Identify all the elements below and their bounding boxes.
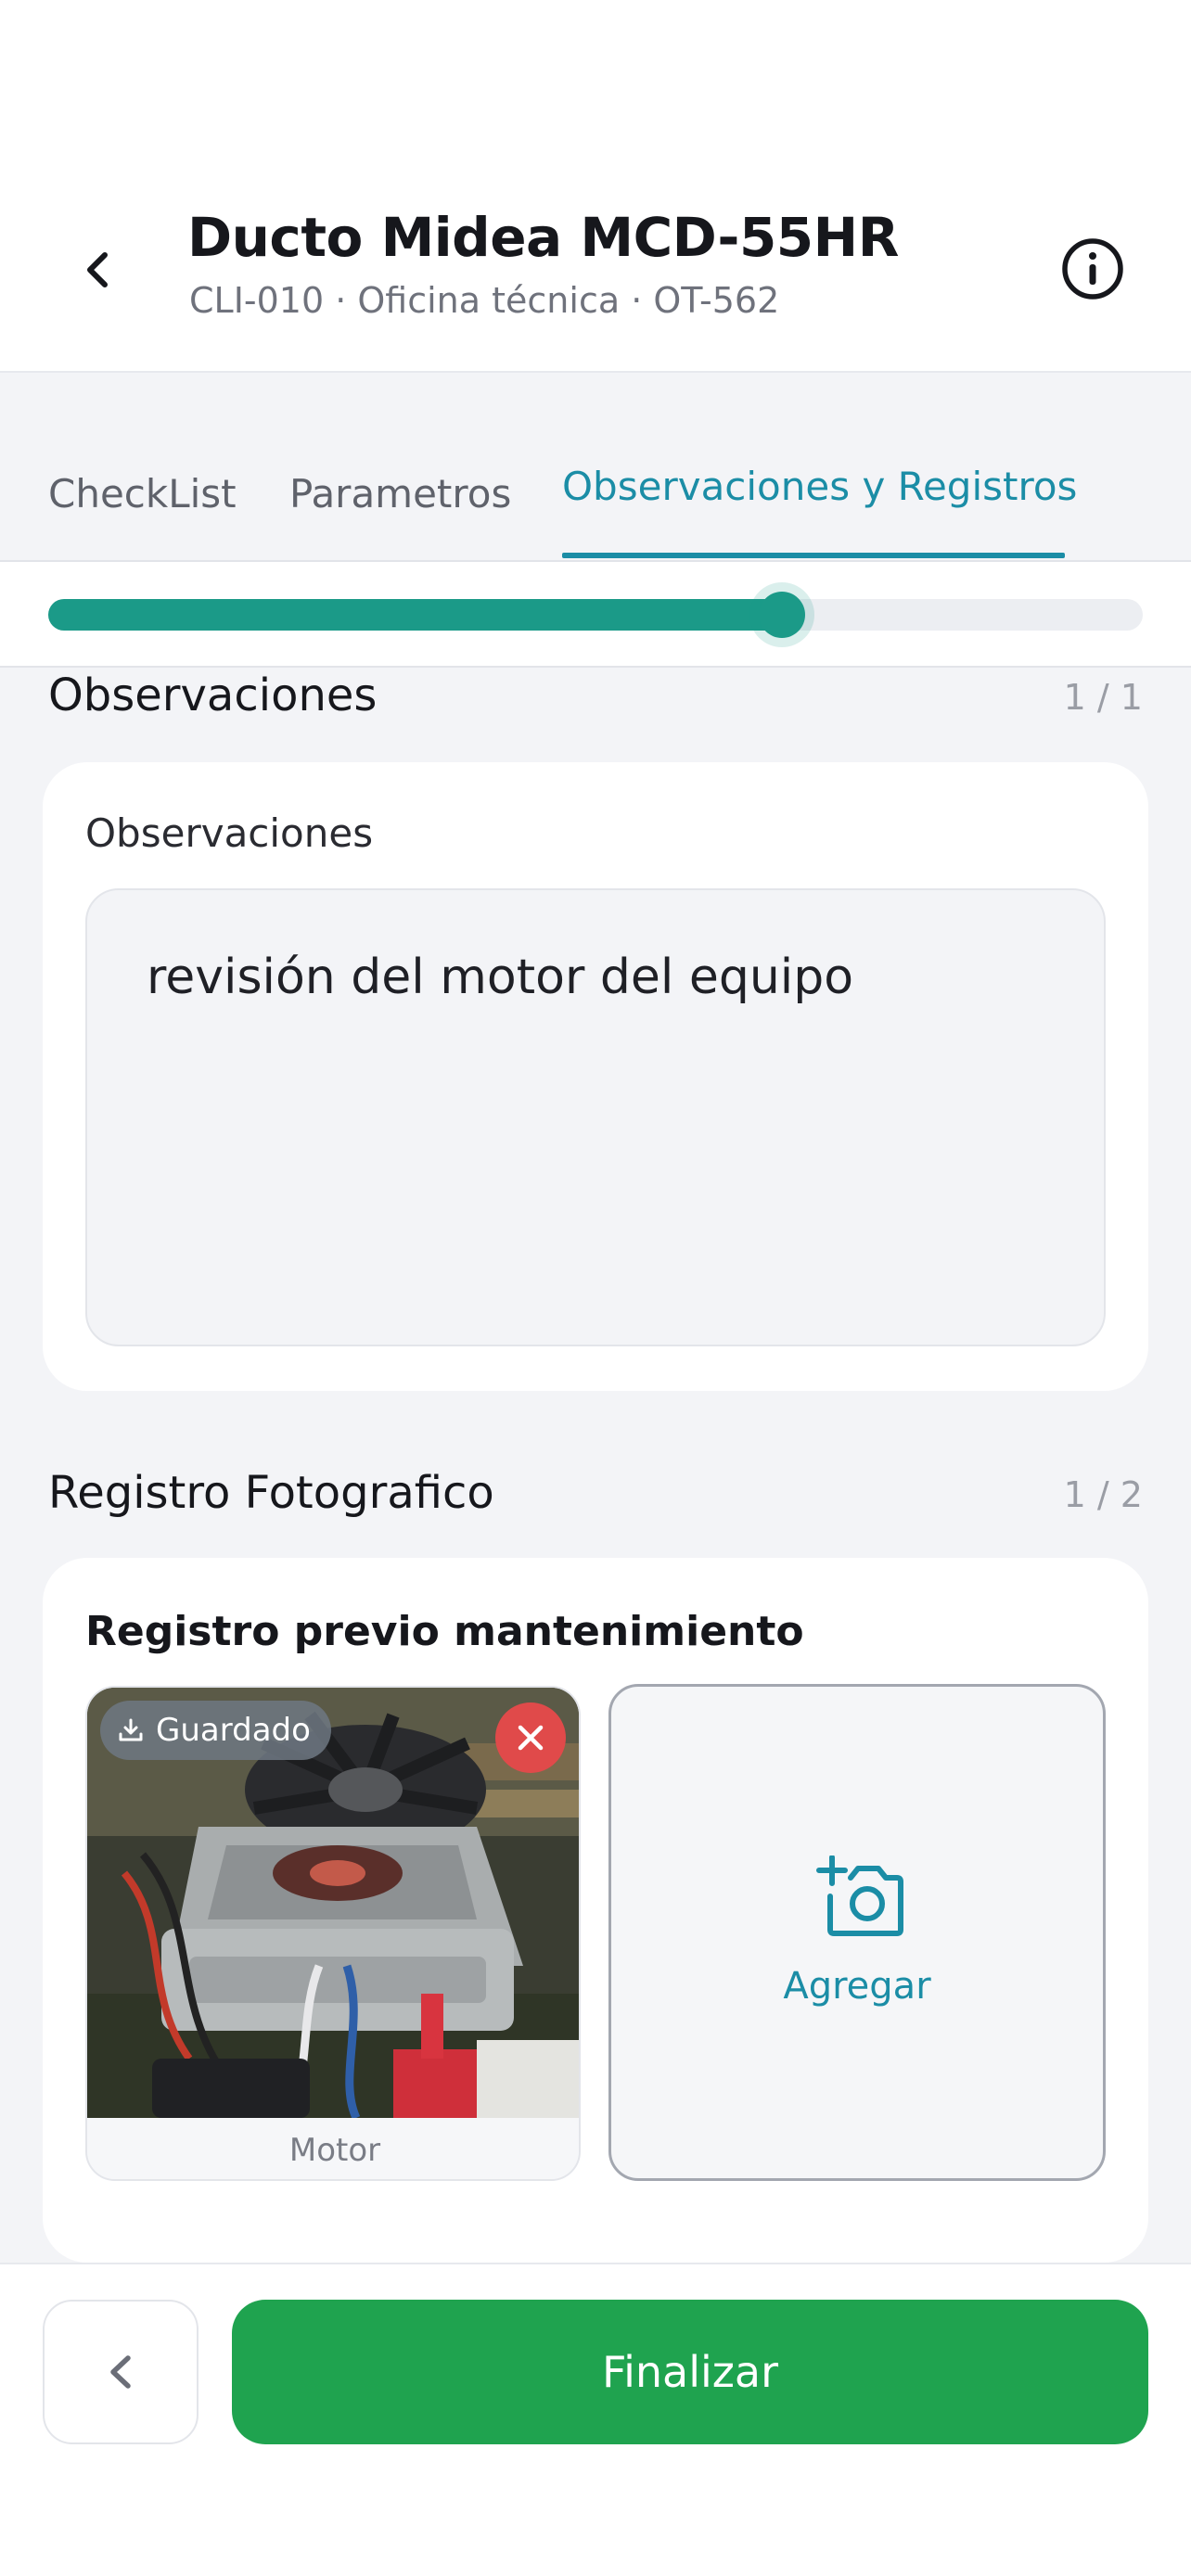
previous-button[interactable] bbox=[43, 2300, 198, 2444]
page-title: Ducto Midea MCD-55HR bbox=[187, 206, 899, 269]
progress-thumb[interactable] bbox=[758, 592, 805, 638]
saved-badge-label: Guardado bbox=[156, 1712, 311, 1749]
chevron-left-icon bbox=[110, 2355, 131, 2389]
registro-card: Registro previo mantenimiento Guardado M… bbox=[43, 1558, 1148, 2263]
observaciones-field-label: Observaciones bbox=[85, 810, 374, 856]
tab-observaciones-registros[interactable]: Observaciones y Registros bbox=[562, 464, 1077, 509]
page-subtitle: CLI-010 · Oficina técnica · OT-562 bbox=[189, 280, 780, 321]
tab-checklist[interactable]: CheckList bbox=[48, 471, 237, 516]
observaciones-count: 1 / 1 bbox=[1063, 677, 1143, 718]
tab-parametros[interactable]: Parametros bbox=[289, 471, 511, 516]
progress-area bbox=[0, 562, 1191, 668]
observaciones-section-title: Observaciones bbox=[48, 670, 378, 721]
progress-bar bbox=[48, 592, 1143, 638]
info-circle-icon bbox=[1062, 238, 1123, 300]
back-button[interactable] bbox=[58, 230, 137, 310]
observaciones-card: Observaciones revisión del motor del equ… bbox=[43, 762, 1148, 1391]
registro-card-title: Registro previo mantenimiento bbox=[85, 1608, 804, 1655]
observaciones-textarea[interactable]: revisión del motor del equipo bbox=[85, 888, 1106, 1346]
photo-thumbnail[interactable]: Guardado Motor bbox=[85, 1686, 581, 2181]
photo-caption: Motor bbox=[87, 2118, 579, 2179]
work-order-screen: Ducto Midea MCD-55HR CLI-010 · Oficina t… bbox=[0, 0, 1191, 2576]
registro-count: 1 / 2 bbox=[1063, 1474, 1143, 1515]
active-tab-indicator bbox=[562, 553, 1065, 558]
finish-button[interactable]: Finalizar bbox=[232, 2300, 1148, 2444]
chevron-left-icon bbox=[87, 252, 108, 287]
close-icon bbox=[518, 1725, 544, 1751]
tab-bar: CheckList Parametros Observaciones y Reg… bbox=[0, 375, 1191, 562]
bottom-bar: Finalizar bbox=[0, 2263, 1191, 2576]
add-photo-label: Agregar bbox=[783, 1965, 931, 2008]
progress-fill bbox=[48, 599, 782, 631]
add-photo-icon bbox=[816, 1855, 903, 1936]
download-icon bbox=[119, 1718, 143, 1741]
saved-badge: Guardado bbox=[100, 1701, 331, 1760]
info-button[interactable] bbox=[1054, 230, 1132, 308]
add-photo-button[interactable]: Agregar bbox=[608, 1684, 1106, 2181]
remove-photo-button[interactable] bbox=[495, 1702, 566, 1773]
header: Ducto Midea MCD-55HR CLI-010 · Oficina t… bbox=[0, 0, 1191, 373]
registro-section-title: Registro Fotografico bbox=[48, 1467, 494, 1519]
